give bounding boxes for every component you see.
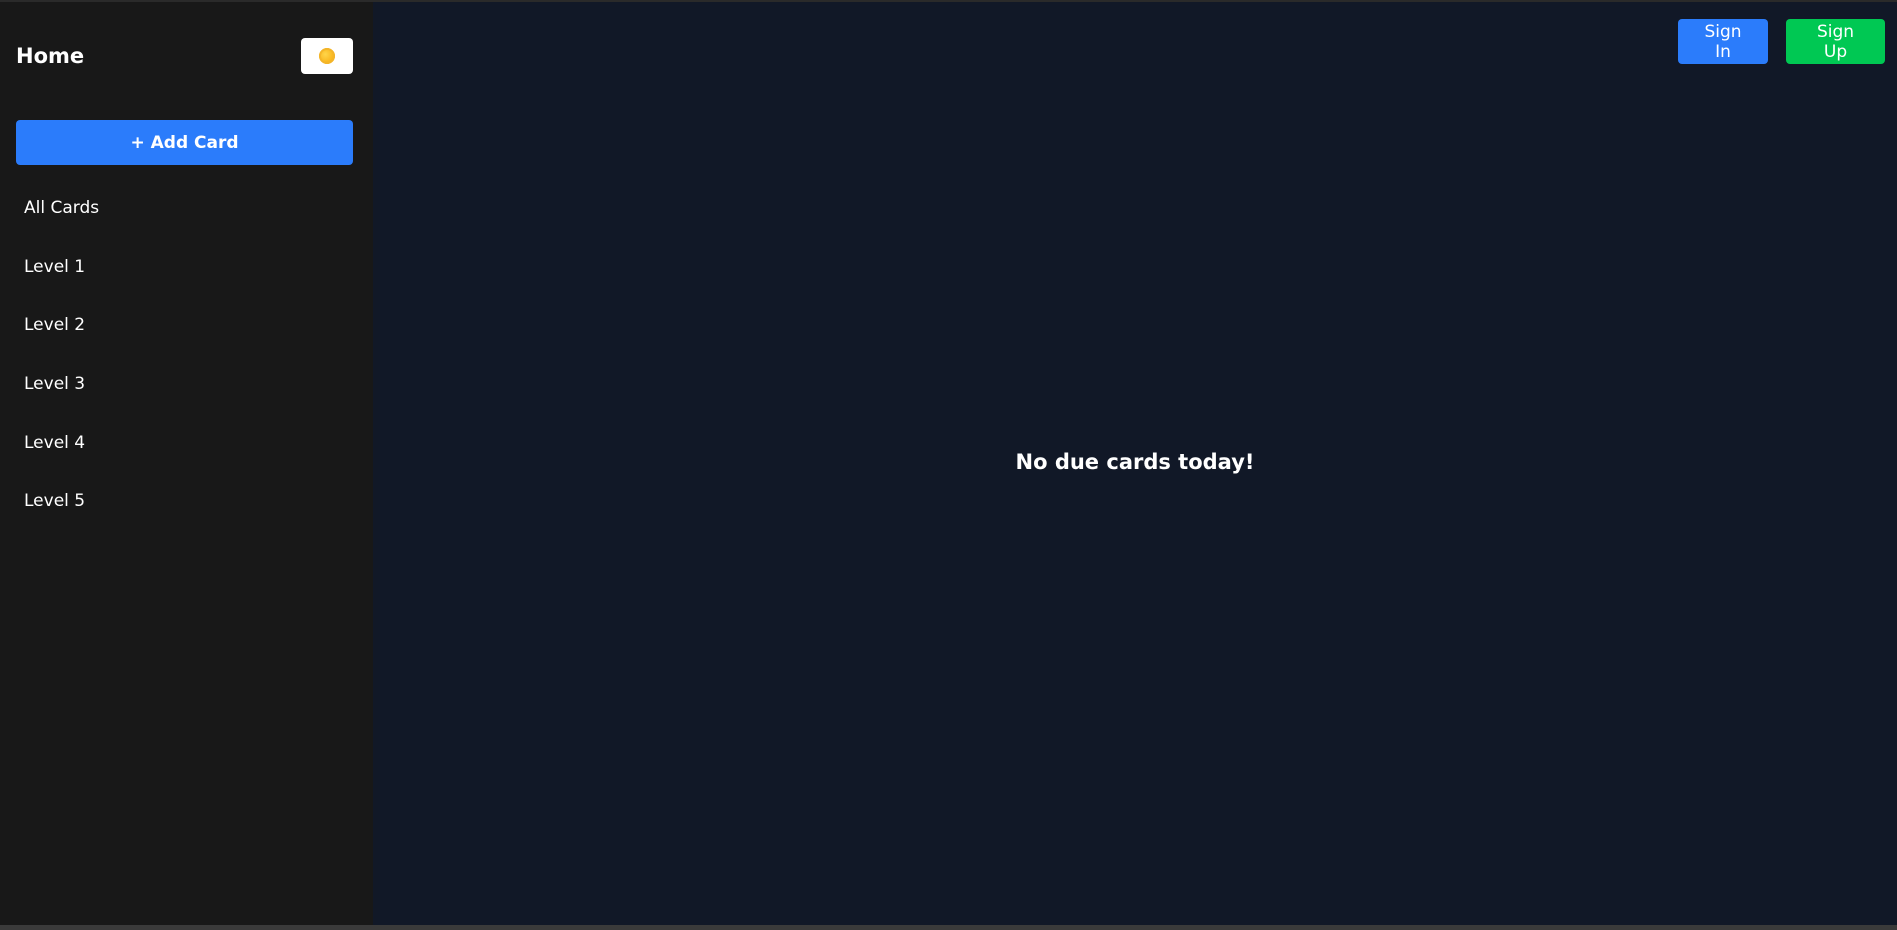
app-root: Home + Add Card All Cards Level 1 Level … — [0, 2, 1897, 925]
sign-up-button[interactable]: Sign Up — [1786, 19, 1885, 64]
sidebar: Home + Add Card All Cards Level 1 Level … — [0, 2, 373, 925]
sidebar-item-level-3[interactable]: Level 3 — [16, 355, 353, 414]
main-content: Sign In Sign Up No due cards today! — [373, 2, 1897, 925]
auth-buttons: Sign In Sign Up — [1678, 19, 1885, 64]
add-card-button[interactable]: + Add Card — [16, 120, 353, 165]
sidebar-item-all-cards[interactable]: All Cards — [16, 179, 353, 238]
page-title: Home — [16, 44, 85, 68]
sidebar-nav: All Cards Level 1 Level 2 Level 3 Level … — [16, 179, 353, 531]
sidebar-header: Home — [16, 30, 353, 82]
sidebar-item-level-2[interactable]: Level 2 — [16, 296, 353, 355]
sidebar-item-level-5[interactable]: Level 5 — [16, 472, 353, 531]
sidebar-item-level-1[interactable]: Level 1 — [16, 238, 353, 297]
sign-in-button[interactable]: Sign In — [1678, 19, 1768, 64]
sidebar-item-level-4[interactable]: Level 4 — [16, 413, 353, 472]
sun-icon — [319, 48, 335, 64]
bottom-border — [0, 925, 1897, 930]
empty-state-message: No due cards today! — [1015, 450, 1255, 474]
theme-toggle-button[interactable] — [301, 38, 353, 74]
